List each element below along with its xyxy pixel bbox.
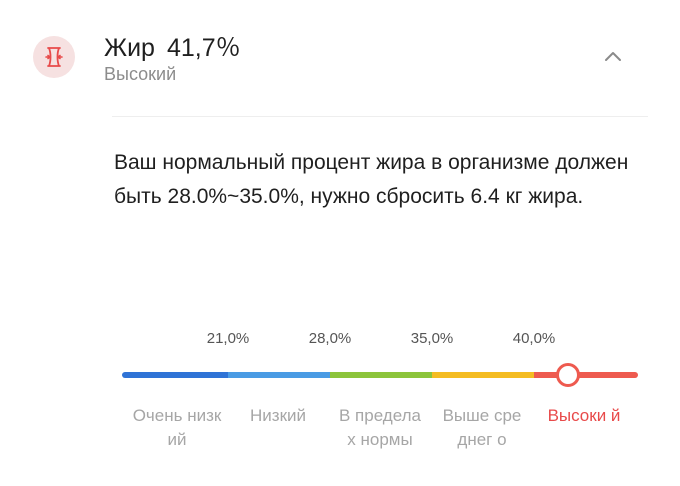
body-fat-icon (33, 36, 75, 78)
scale-category-label: Низкий (250, 406, 306, 425)
current-value-marker[interactable] (556, 363, 580, 387)
fat-scale: 21,0% 28,0% 35,0% 40,0% Очень низкий Низ… (0, 320, 680, 486)
metric-card-header[interactable]: Жир 41,7％ Высокий (0, 0, 680, 116)
scale-category-label: Выше среднег о (442, 406, 522, 449)
scale-segment-very-low (122, 372, 228, 378)
metric-status: Высокий (104, 64, 177, 84)
metric-value: 41,7％ (166, 34, 241, 62)
scale-segment-high (534, 372, 638, 378)
description-text: Ваш нормальный процент жира в организме … (114, 151, 629, 208)
scale-category-label-active: Высоки й (547, 406, 621, 425)
metric-name: Жир (104, 34, 155, 62)
scale-category-label: Очень низкий (132, 406, 222, 449)
scale-segment-low (228, 372, 330, 378)
scale-segment-normal (330, 372, 432, 378)
chevron-up-icon[interactable] (598, 44, 628, 68)
scale-segment-above-average (432, 372, 534, 378)
scale-tick: 21,0% (206, 330, 250, 347)
scale-tick: 28,0% (308, 330, 352, 347)
metric-title: Жир 41,7％ (104, 28, 241, 64)
divider (112, 116, 648, 117)
scale-category-label: В предела х нормы (339, 406, 421, 449)
scale-tick: 40,0% (512, 330, 556, 347)
scale-tick: 35,0% (410, 330, 454, 347)
